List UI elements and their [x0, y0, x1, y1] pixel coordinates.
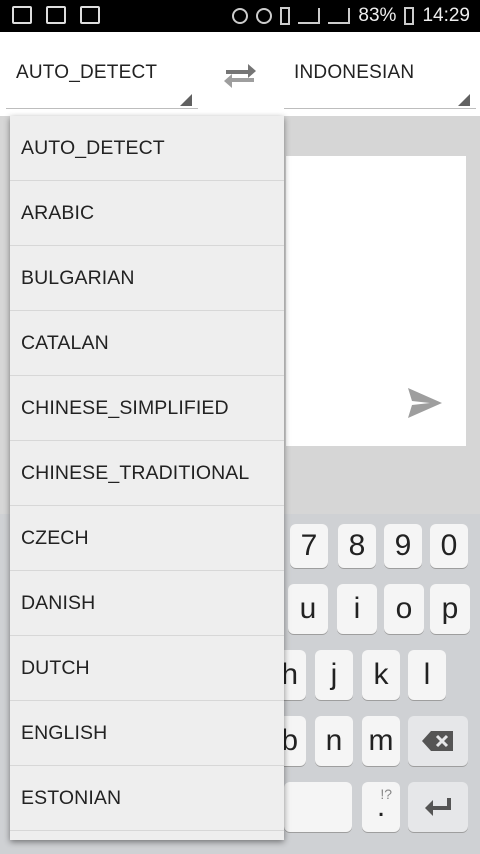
send-icon: [408, 388, 442, 418]
battery-percent: 83%: [358, 5, 397, 26]
battery-icon: [404, 7, 415, 25]
swap-languages-button[interactable]: [222, 60, 258, 88]
key-8[interactable]: 8: [338, 524, 376, 568]
key-l[interactable]: l: [408, 650, 446, 700]
dropdown-item-english[interactable]: ENGLISH: [10, 701, 284, 766]
source-dropdown-arrow-icon: [180, 94, 192, 106]
key-p[interactable]: p: [430, 584, 470, 634]
language-dropdown-list[interactable]: AUTO_DETECT ARABIC BULGARIAN CATALAN CHI…: [10, 116, 284, 840]
status-bar: 83% 14:29: [0, 0, 480, 32]
backspace-icon: [422, 731, 453, 751]
dropdown-item-chinese-traditional[interactable]: CHINESE_TRADITIONAL: [10, 441, 284, 506]
wifi-icon: [256, 8, 273, 24]
period-hint: !?: [380, 786, 392, 802]
signal-2-icon: [328, 8, 351, 24]
alarm-icon: [232, 8, 249, 24]
dropdown-item-estonian[interactable]: ESTONIAN: [10, 766, 284, 831]
source-language-spinner[interactable]: AUTO_DETECT: [6, 32, 198, 109]
key-j[interactable]: j: [315, 650, 353, 700]
period-key[interactable]: !? .: [362, 782, 400, 832]
source-language-label: AUTO_DETECT: [16, 62, 158, 83]
dropdown-item-catalan[interactable]: CATALAN: [10, 311, 284, 376]
key-9[interactable]: 9: [384, 524, 422, 568]
keyboard-notification-icon: [12, 6, 32, 24]
swap-icon: [224, 64, 256, 88]
image-notification-icon: [46, 6, 66, 24]
key-n[interactable]: n: [315, 716, 353, 766]
backspace-key[interactable]: [408, 716, 468, 766]
dropdown-item-arabic[interactable]: ARABIC: [10, 181, 284, 246]
key-o[interactable]: o: [384, 584, 424, 634]
dropdown-item-danish[interactable]: DANISH: [10, 571, 284, 636]
enter-key[interactable]: [408, 782, 468, 832]
send-button[interactable]: [404, 386, 444, 420]
enter-icon: [425, 798, 451, 816]
key-m[interactable]: m: [362, 716, 400, 766]
message-notification-icon: [80, 6, 100, 24]
sim-icon: [280, 7, 291, 25]
space-key[interactable]: [284, 782, 352, 832]
dropdown-item-dutch[interactable]: DUTCH: [10, 636, 284, 701]
dropdown-item-chinese-simplified[interactable]: CHINESE_SIMPLIFIED: [10, 376, 284, 441]
target-dropdown-arrow-icon: [458, 94, 470, 106]
target-language-spinner[interactable]: INDONESIAN: [284, 32, 476, 109]
key-u[interactable]: u: [288, 584, 328, 634]
dropdown-item-auto-detect[interactable]: AUTO_DETECT: [10, 116, 284, 181]
key-i[interactable]: i: [337, 584, 377, 634]
clock: 14:29: [422, 5, 470, 26]
dropdown-item-czech[interactable]: CZECH: [10, 506, 284, 571]
language-bar: AUTO_DETECT INDONESIAN: [0, 32, 480, 116]
dropdown-item-bulgarian[interactable]: BULGARIAN: [10, 246, 284, 311]
signal-icon: [298, 8, 321, 24]
target-language-label: INDONESIAN: [294, 62, 415, 83]
key-k[interactable]: k: [362, 650, 400, 700]
key-0[interactable]: 0: [430, 524, 468, 568]
key-7[interactable]: 7: [290, 524, 328, 568]
